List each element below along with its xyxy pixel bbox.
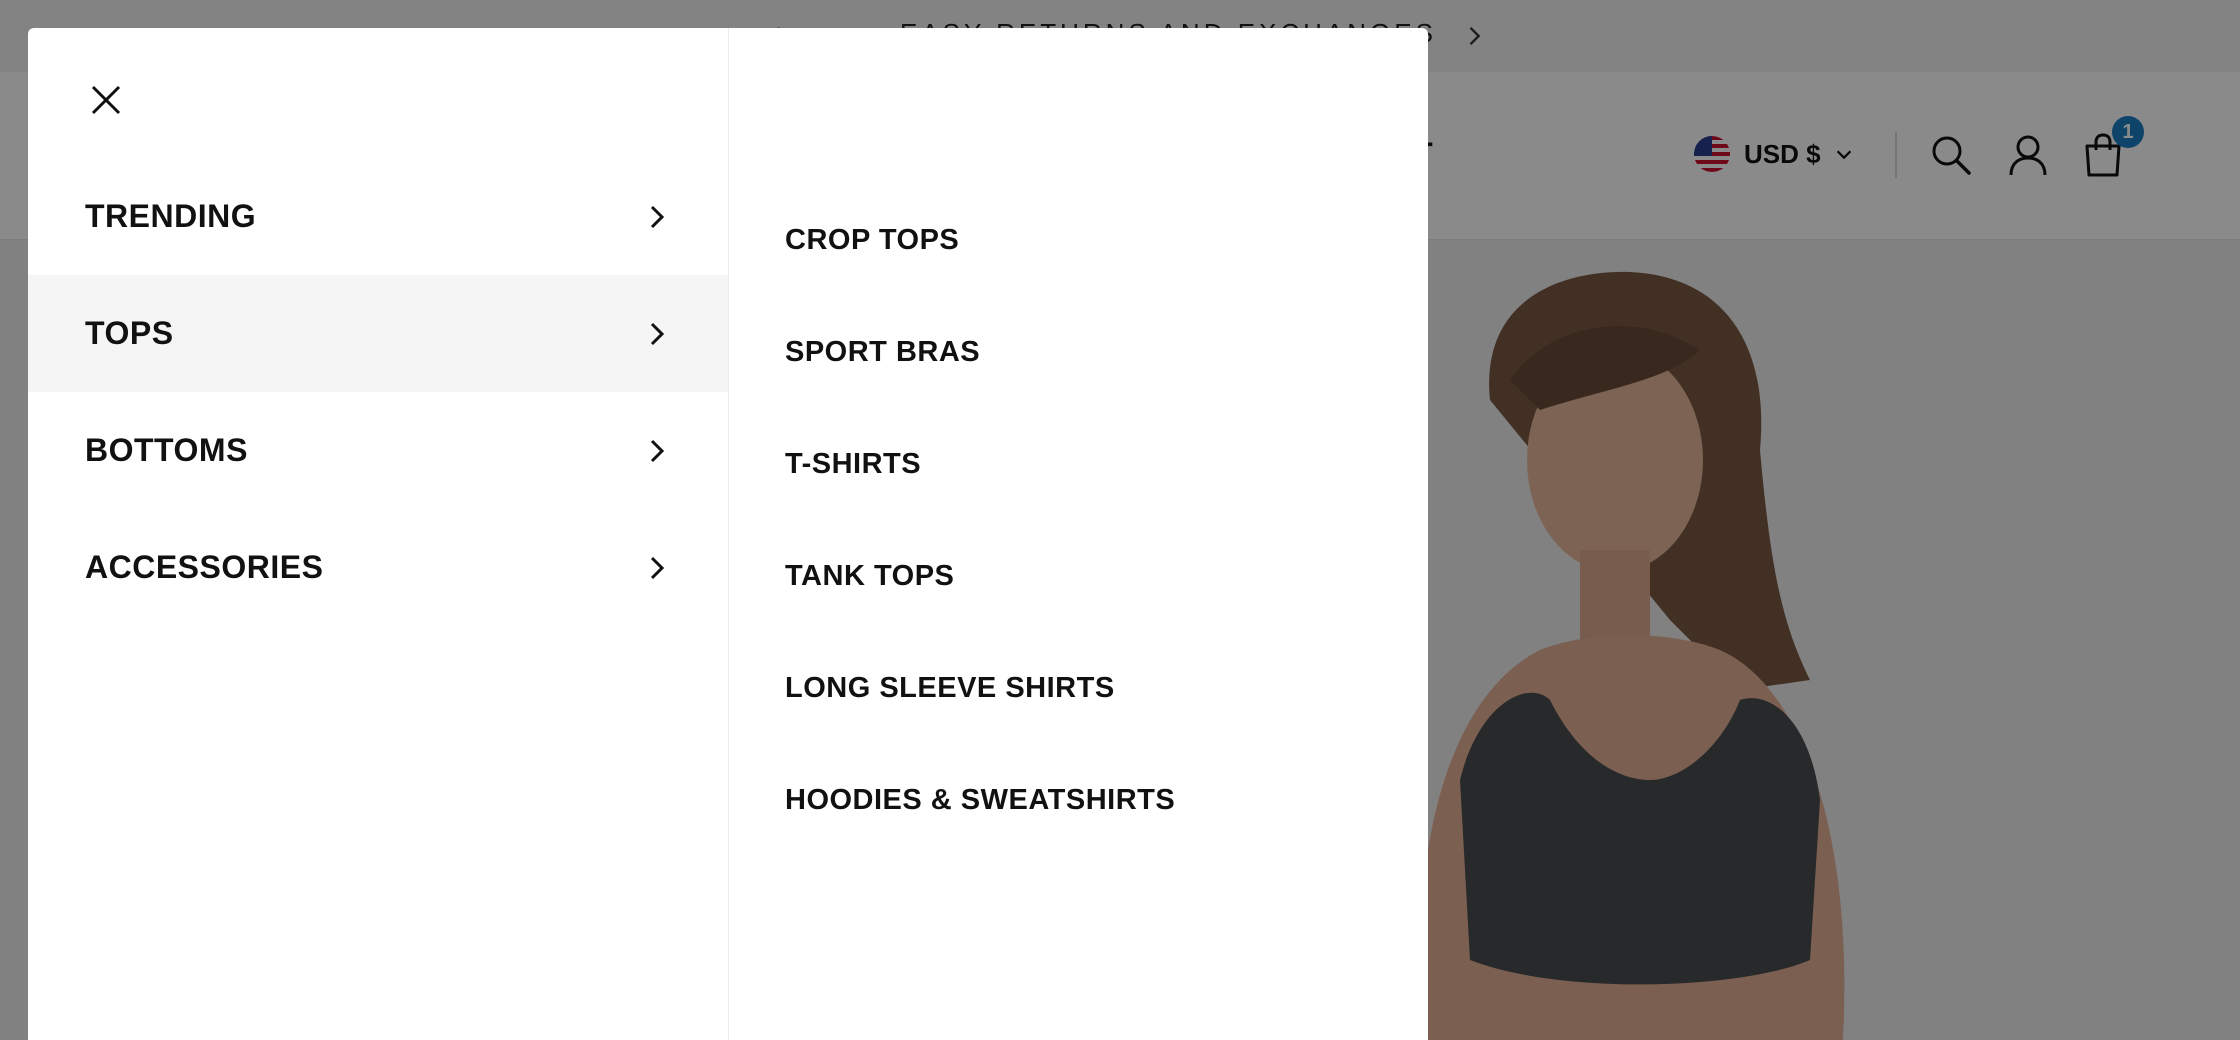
submenu-item-label: T-SHIRTS (785, 448, 922, 480)
submenu-item-tank-tops[interactable]: TANK TOPS (785, 532, 1175, 644)
menu-item-trending[interactable]: TRENDING (28, 158, 728, 275)
menu-item-label: TOPS (85, 315, 174, 351)
submenu-item-crop-tops[interactable]: CROP TOPS (785, 196, 1175, 308)
chevron-right-icon (650, 556, 665, 580)
chevron-right-icon (650, 205, 665, 229)
submenu-item-sport-bras[interactable]: SPORT BRAS (785, 308, 1175, 420)
menu-item-bottoms[interactable]: BOTTOMS (28, 392, 728, 509)
column-divider (728, 28, 729, 1040)
primary-category-list: TRENDING TOPS BOTTOMS ACCESSORIES (28, 158, 728, 626)
submenu-item-hoodies-sweatshirts[interactable]: HOODIES & SWEATSHIRTS (785, 756, 1175, 868)
submenu-item-label: TANK TOPS (785, 560, 955, 592)
chevron-right-icon (650, 322, 665, 346)
submenu-item-t-shirts[interactable]: T-SHIRTS (785, 420, 1175, 532)
submenu-item-label: LONG SLEEVE SHIRTS (785, 672, 1115, 704)
menu-item-tops[interactable]: TOPS (28, 275, 728, 392)
close-icon[interactable] (84, 78, 128, 122)
submenu-item-label: HOODIES & SWEATSHIRTS (785, 784, 1176, 816)
menu-item-label: BOTTOMS (85, 432, 248, 468)
menu-item-accessories[interactable]: ACCESSORIES (28, 509, 728, 626)
subcategory-list: CROP TOPS SPORT BRAS T-SHIRTS TANK TOPS … (785, 196, 1175, 868)
menu-item-label: ACCESSORIES (85, 549, 324, 585)
menu-item-label: TRENDING (85, 198, 257, 234)
submenu-item-label: SPORT BRAS (785, 336, 981, 368)
submenu-item-long-sleeve-shirts[interactable]: LONG SLEEVE SHIRTS (785, 644, 1175, 756)
chevron-right-icon (650, 439, 665, 463)
menu-drawer: TRENDING TOPS BOTTOMS ACCESSORIES CROP T… (28, 28, 1428, 1040)
submenu-item-label: CROP TOPS (785, 224, 960, 256)
